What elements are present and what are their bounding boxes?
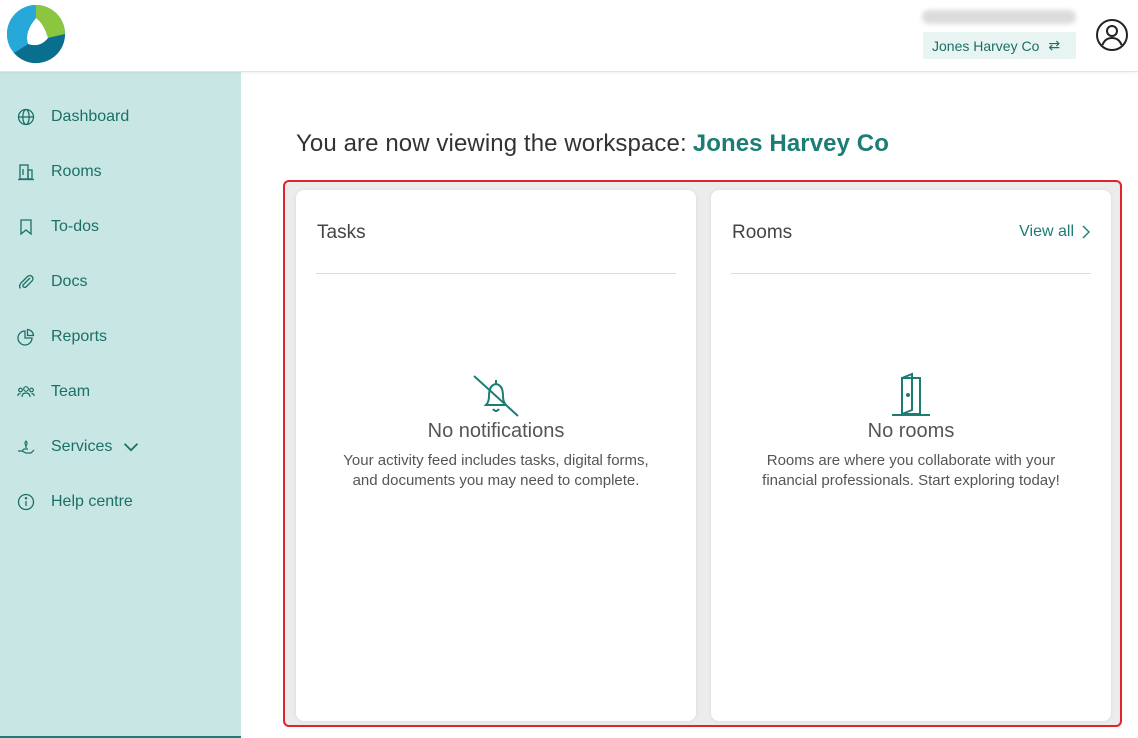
sidebar-item-rooms[interactable]: Rooms — [0, 144, 241, 199]
rooms-card: Rooms View all No rooms Rooms are where … — [711, 190, 1111, 721]
bell-off-icon — [473, 375, 519, 417]
top-header: Jones Harvey Co ⇄ — [0, 0, 1138, 72]
main-content: You are now viewing the workspace: Jones … — [241, 72, 1138, 738]
app-logo[interactable] — [6, 4, 66, 64]
sidebar-item-label: Dashboard — [51, 107, 130, 125]
tasks-empty-text: Your activity feed includes tasks, digit… — [343, 452, 649, 489]
building-icon — [18, 163, 34, 180]
sidebar-item-todos[interactable]: To-dos — [0, 199, 241, 254]
swap-arrows-icon: ⇄ — [1048, 37, 1061, 53]
info-icon — [17, 493, 35, 510]
chevron-right-icon — [1082, 225, 1090, 239]
workspace-switcher-button[interactable]: Jones Harvey Co ⇄ — [923, 32, 1076, 59]
sidebar-item-docs[interactable]: Docs — [0, 254, 241, 309]
services-hand-icon — [18, 439, 35, 454]
sidebar-nav: Dashboard Rooms To-dos Docs Reports Team… — [0, 72, 241, 738]
tasks-empty-title: No notifications — [427, 420, 565, 442]
sidebar-item-label: Rooms — [51, 162, 102, 180]
tasks-card: Tasks No notifications Your activity fee… — [296, 190, 696, 721]
team-icon — [17, 385, 35, 397]
sidebar-item-services[interactable]: Services — [0, 419, 241, 474]
rooms-empty-title: No rooms — [867, 420, 955, 442]
page-title: You are now viewing the workspace: Jones … — [296, 130, 889, 158]
pie-chart-icon — [17, 328, 35, 346]
rooms-empty-text: Rooms are where you collaborate with you… — [762, 452, 1060, 489]
sidebar-item-label: Help centre — [51, 492, 133, 510]
user-account-icon[interactable] — [1095, 18, 1129, 52]
tasks-empty-state: No notifications Your activity feed incl… — [296, 372, 696, 491]
sidebar-item-team[interactable]: Team — [0, 364, 241, 419]
tasks-card-title: Tasks — [317, 222, 366, 243]
user-name-redacted — [922, 10, 1076, 24]
rooms-empty-state: No rooms Rooms are where you collaborate… — [711, 372, 1111, 491]
sidebar-item-label: Services — [51, 437, 113, 455]
workspace-switcher-label: Jones Harvey Co — [932, 37, 1040, 54]
card-divider — [316, 273, 676, 274]
sidebar-item-label: Team — [51, 382, 91, 400]
page-title-workspace: Jones Harvey Co — [692, 130, 890, 157]
view-all-rooms-link[interactable]: View all — [1019, 223, 1091, 241]
page-title-prefix: You are now viewing the workspace: — [296, 130, 687, 157]
bookmark-icon — [20, 218, 32, 235]
door-icon — [892, 372, 930, 416]
sidebar-item-label: Docs — [51, 272, 88, 290]
sidebar-item-label: Reports — [51, 327, 108, 345]
card-divider — [731, 273, 1091, 274]
globe-icon — [17, 108, 35, 125]
sidebar-item-reports[interactable]: Reports — [0, 309, 241, 364]
rooms-card-title: Rooms — [732, 222, 793, 243]
app-window: Jones Harvey Co ⇄ Dashboard Rooms To-dos… — [0, 0, 1138, 738]
view-all-label: View all — [1019, 223, 1074, 240]
sidebar-item-label: To-dos — [51, 217, 100, 235]
sidebar-item-help-centre[interactable]: Help centre — [0, 474, 241, 529]
sidebar-item-dashboard[interactable]: Dashboard — [0, 89, 241, 144]
chevron-down-icon[interactable] — [122, 438, 140, 456]
paperclip-icon — [18, 274, 34, 289]
cards-highlight-region: Tasks No notifications Your activity fee… — [283, 180, 1122, 727]
